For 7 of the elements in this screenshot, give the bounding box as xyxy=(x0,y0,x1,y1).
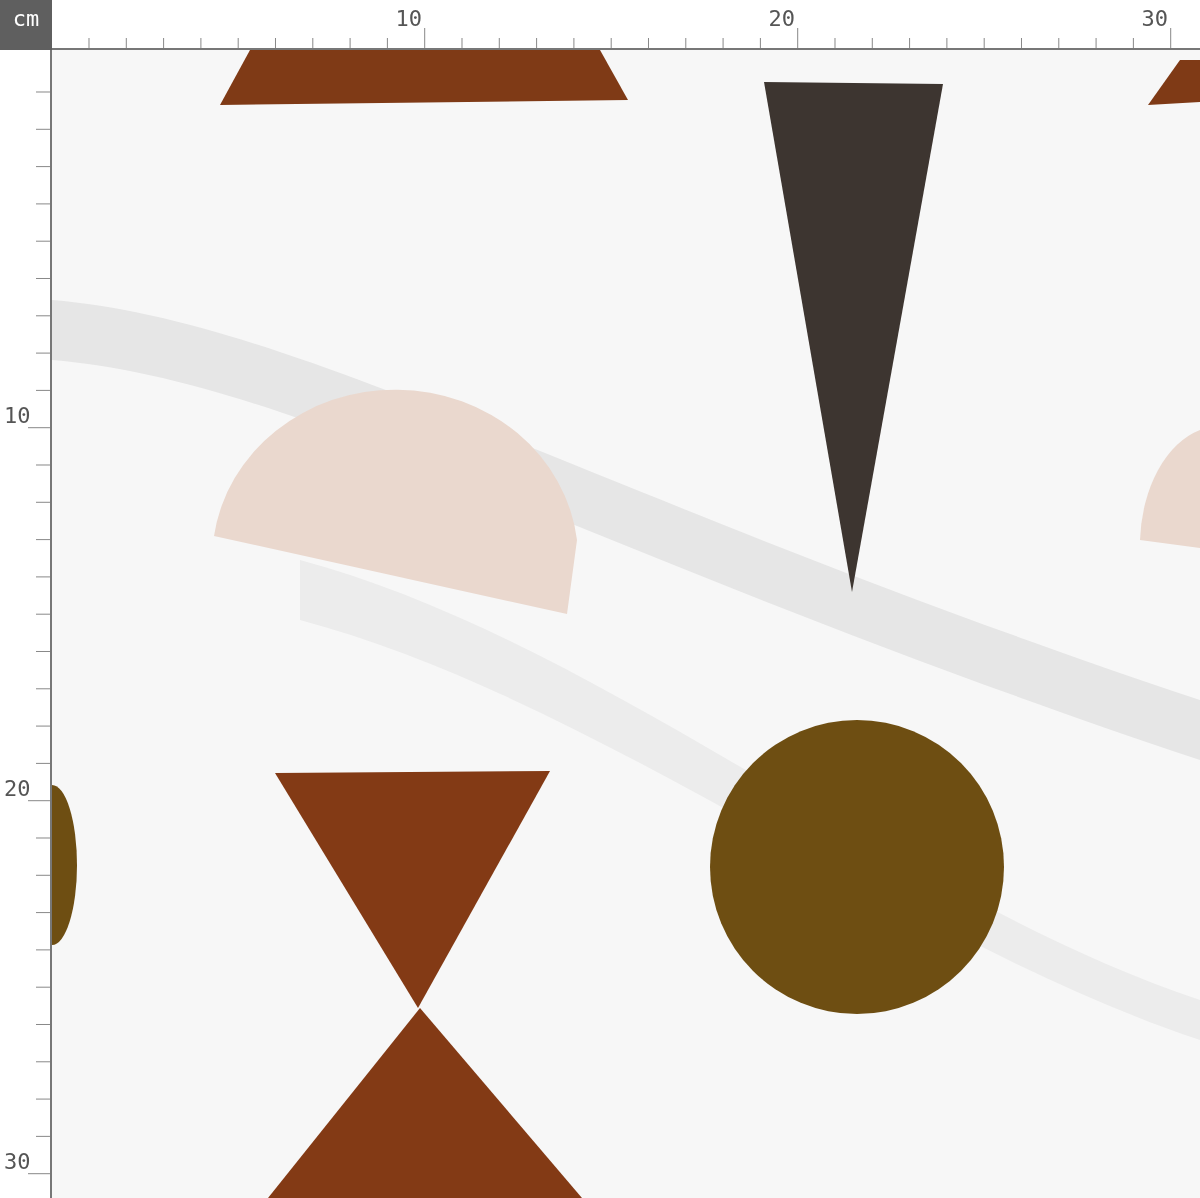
ruler-label: 30 xyxy=(1141,6,1169,31)
ruler-label: 20 xyxy=(4,776,31,801)
unit-label: cm xyxy=(0,0,52,50)
ruler-label: 10 xyxy=(4,403,31,428)
ruler-label: 10 xyxy=(395,6,423,31)
ruler-label: 20 xyxy=(768,6,796,31)
ruler-label: 30 xyxy=(4,1149,31,1174)
